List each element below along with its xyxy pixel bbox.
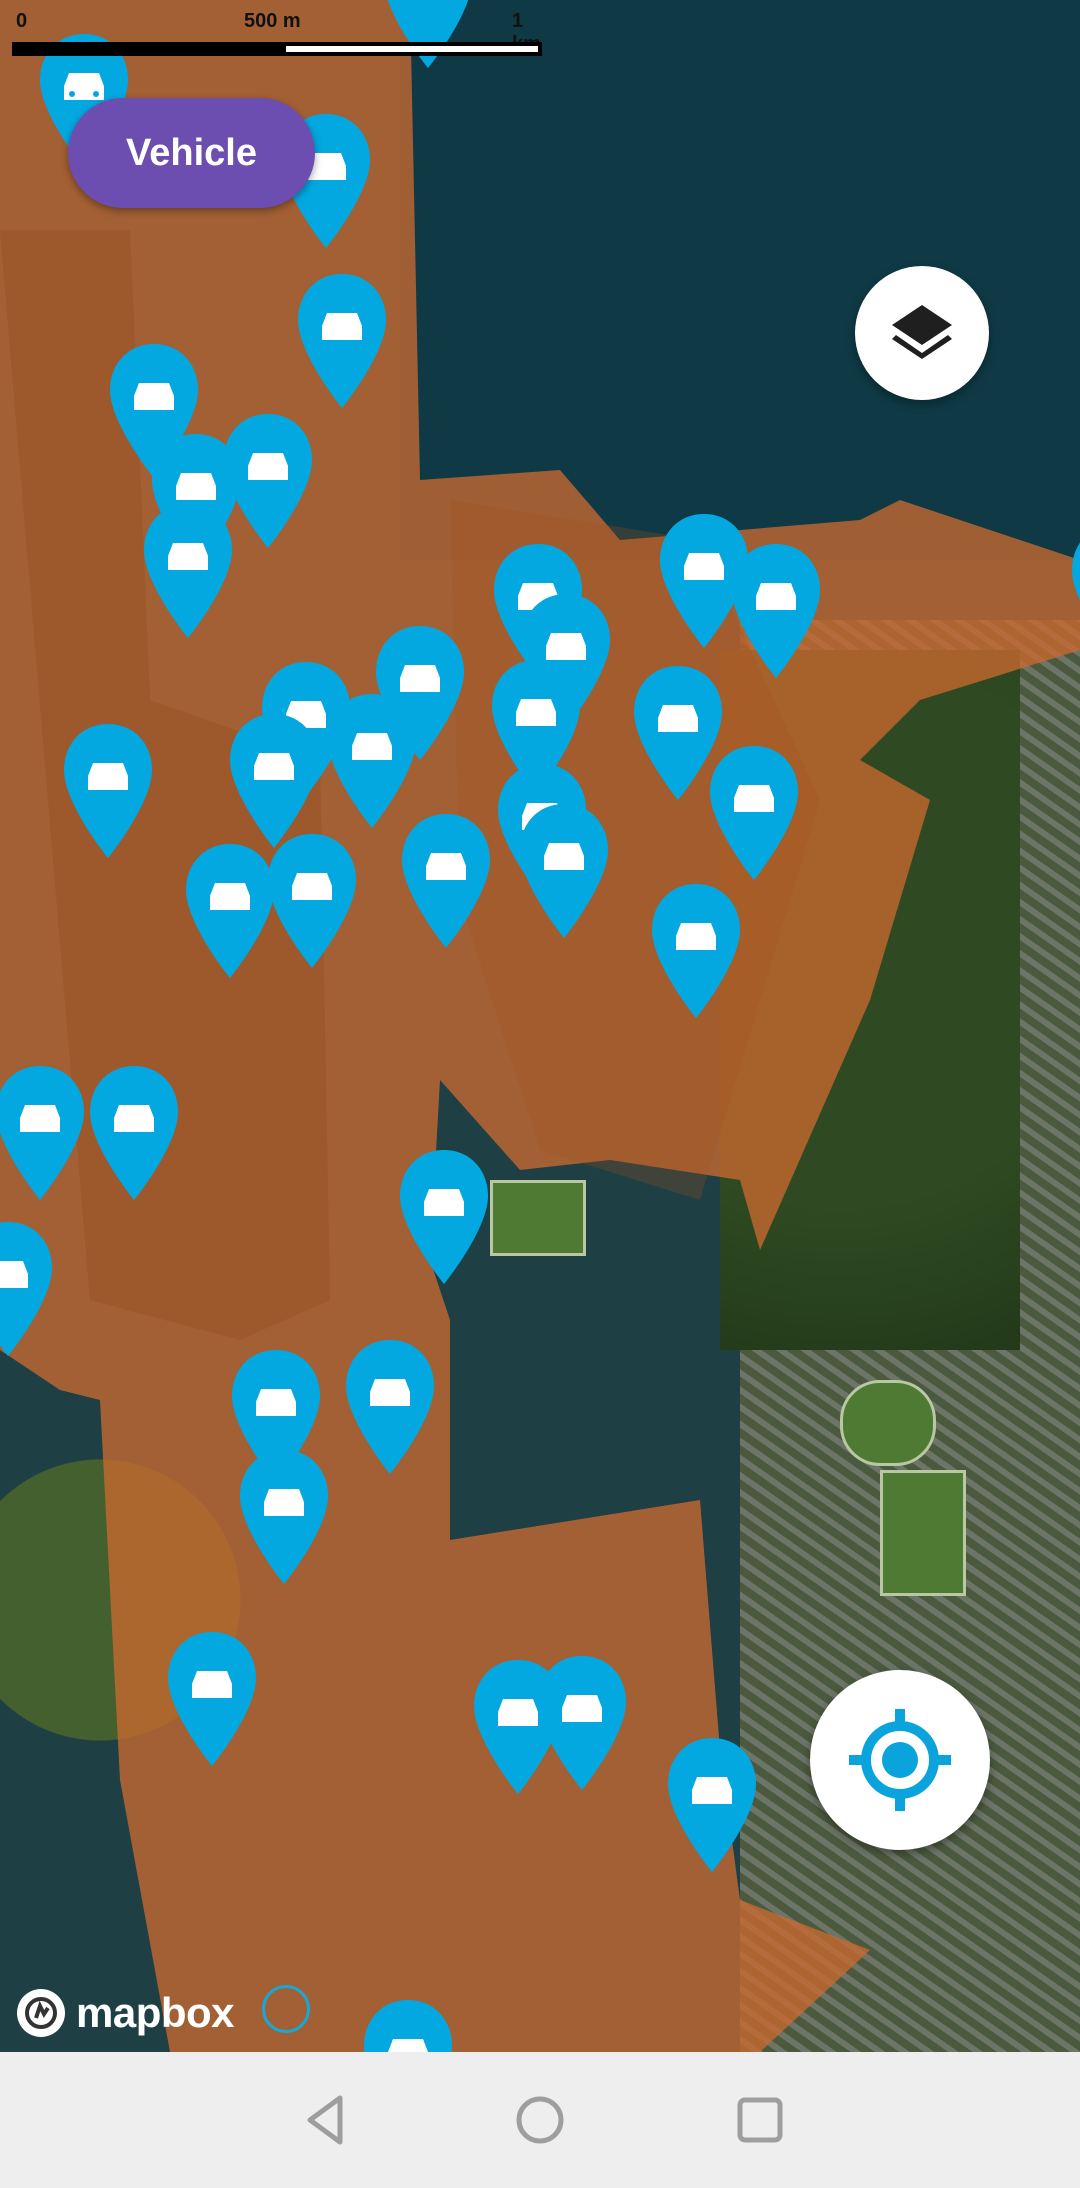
vehicle-marker[interactable] <box>664 1734 760 1876</box>
vehicle-filter-chip[interactable]: Vehicle <box>68 98 315 208</box>
vehicle-marker[interactable] <box>728 540 824 682</box>
system-navigation-bar <box>0 2052 1080 2188</box>
vehicle-marker[interactable] <box>534 1652 630 1794</box>
layers-button[interactable] <box>855 266 989 400</box>
vehicle-marker[interactable] <box>140 500 236 642</box>
vehicle-marker[interactable] <box>342 1336 438 1478</box>
vehicle-marker[interactable] <box>1068 520 1080 662</box>
scale-label-middle: 500 m <box>244 10 301 32</box>
vehicle-marker[interactable] <box>0 1062 88 1204</box>
vehicle-marker[interactable] <box>398 810 494 952</box>
scale-line <box>12 42 542 56</box>
my-location-button[interactable] <box>810 1670 990 1850</box>
my-location-icon <box>849 1709 951 1811</box>
vehicle-marker[interactable] <box>264 830 360 972</box>
back-icon[interactable] <box>296 2090 356 2150</box>
recents-icon[interactable] <box>730 2090 790 2150</box>
vehicle-marker[interactable] <box>648 880 744 1022</box>
vehicle-marker[interactable] <box>396 1146 492 1288</box>
vehicle-marker[interactable] <box>0 1218 56 1360</box>
vehicle-marker[interactable] <box>294 270 390 412</box>
vehicle-marker[interactable] <box>86 1062 182 1204</box>
home-icon[interactable] <box>510 2090 570 2150</box>
scale-label-start: 0 <box>16 10 28 32</box>
attribution-info-icon[interactable] <box>262 1985 310 2033</box>
vehicle-filter-label: Vehicle <box>126 131 257 174</box>
vehicle-marker[interactable] <box>360 1996 456 2052</box>
vehicle-marker[interactable] <box>60 720 156 862</box>
mapbox-logo[interactable]: mapbox <box>14 1985 235 2041</box>
map-view[interactable]: 0 500 m 1 km Vehicle mapbox <box>0 0 1080 2052</box>
vehicle-marker[interactable] <box>164 1628 260 1770</box>
layers-icon <box>892 305 952 359</box>
vehicle-marker[interactable] <box>516 800 612 942</box>
vehicle-marker[interactable] <box>706 742 802 884</box>
mapbox-logo-icon <box>17 1989 65 2037</box>
vehicle-marker[interactable] <box>236 1446 332 1588</box>
mapbox-wordmark: mapbox <box>76 1989 235 2036</box>
scale-bar: 0 500 m 1 km <box>12 10 552 66</box>
